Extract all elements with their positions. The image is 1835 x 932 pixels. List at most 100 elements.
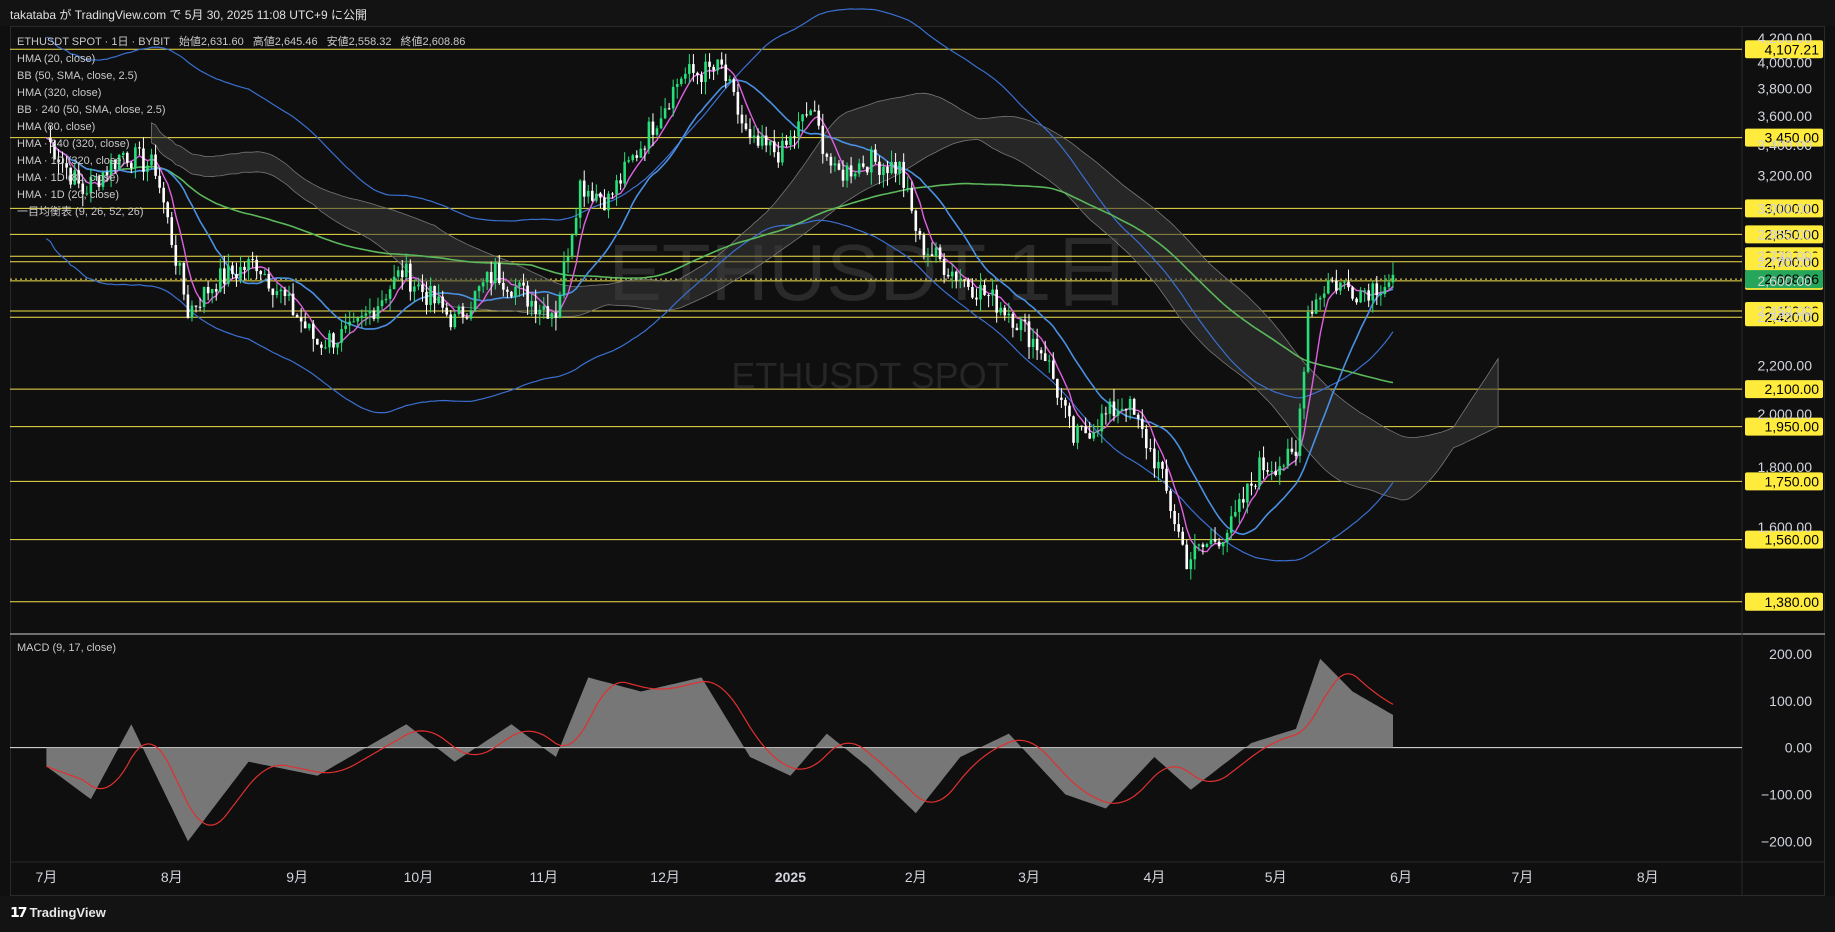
candle-body <box>655 128 659 135</box>
indicator-legend[interactable]: HMA (80, close) <box>17 121 95 133</box>
price-axis-tick: 2,700.00 <box>1758 254 1813 270</box>
candle-body <box>1359 291 1362 303</box>
candle-body <box>918 230 922 236</box>
indicator-legend[interactable]: HMA (320, close) <box>17 87 101 99</box>
macd-legend[interactable]: MACD (9, 17, close) <box>17 642 116 654</box>
time-axis-tick: 5月 <box>1265 869 1287 885</box>
candle-body <box>607 193 610 211</box>
candle-body <box>166 202 170 218</box>
candle-body <box>1140 418 1144 429</box>
candle-body <box>813 110 817 112</box>
candle-body <box>1019 319 1023 331</box>
candle-body <box>1201 544 1205 547</box>
candle-body <box>930 254 934 256</box>
tradingview-logo[interactable]: 𝟭𝟳 TradingView <box>10 904 106 921</box>
candle-body <box>445 307 449 315</box>
open-label: 始値 <box>179 34 201 48</box>
candle-body <box>453 314 457 328</box>
price-axis-tick: 3,200.00 <box>1758 168 1813 184</box>
candle-body <box>125 152 129 163</box>
candle-body <box>441 296 444 308</box>
candle-body <box>1335 280 1338 291</box>
indicator-legend[interactable]: HMA · 1D (20, close) <box>17 189 119 201</box>
candle-body <box>558 294 562 318</box>
candle-body <box>360 315 364 318</box>
candle-body <box>615 180 618 195</box>
candle-body <box>1387 282 1391 288</box>
candle-body <box>914 210 918 231</box>
price-axis-tick: 3,000.00 <box>1758 200 1813 216</box>
candle-body <box>518 282 521 287</box>
candle-body <box>417 284 420 287</box>
candle-body <box>328 333 331 348</box>
price-axis-tick: 2,600.00 <box>1758 273 1813 289</box>
candle-body <box>421 284 424 293</box>
candle-body <box>987 295 990 297</box>
candle-body <box>781 140 784 163</box>
candle-body <box>485 272 489 283</box>
indicator-legend[interactable]: BB · 240 (50, SMA, close, 2.5) <box>17 104 166 116</box>
indicator-legend[interactable]: 一目均衡表 (9, 26, 52, 26) <box>17 204 144 218</box>
candle-body <box>1181 531 1184 545</box>
level-label: 1,750.00 <box>1765 473 1820 489</box>
indicator-legend[interactable]: BB (50, SMA, close, 2.5) <box>17 70 137 82</box>
candle-body <box>130 162 133 168</box>
candle-body <box>865 166 869 173</box>
candle-body <box>477 286 481 292</box>
candle-body <box>1391 274 1395 283</box>
candle-body <box>214 289 218 292</box>
candle-body <box>1229 516 1233 533</box>
time-axis-tick: 2025 <box>775 869 806 885</box>
candle-body <box>1250 483 1253 486</box>
candle-body <box>789 136 792 145</box>
candle-body <box>493 262 497 284</box>
candle-body <box>202 286 206 307</box>
candle-body <box>1278 466 1282 475</box>
chart-canvas[interactable]: ETHUSDT 1日 ETHUSDT SPOT 4,107.213,450.00… <box>0 0 1835 932</box>
candle-body <box>643 148 647 150</box>
candle-body <box>542 306 546 310</box>
candle-body <box>170 217 174 246</box>
candle-body <box>623 161 626 184</box>
candle-body <box>146 165 149 172</box>
candle-body <box>748 129 752 138</box>
candle-body <box>663 108 667 119</box>
candle-body <box>429 286 432 305</box>
candle-body <box>1043 353 1047 361</box>
indicator-legend[interactable]: HMA · 240 (320, close) <box>17 138 130 150</box>
candle-body <box>283 289 287 296</box>
candle-body <box>934 247 938 256</box>
candle-body <box>1056 378 1059 398</box>
candle-body <box>578 180 582 218</box>
candle-body <box>425 292 428 305</box>
candle-body <box>392 276 396 290</box>
candle-body <box>821 125 825 154</box>
indicator-legend[interactable]: HMA (20, close) <box>17 53 95 65</box>
indicator-legend[interactable]: HMA · 1D (80, close) <box>17 172 119 184</box>
candle-body <box>764 135 768 146</box>
candle-body <box>538 309 542 314</box>
indicator-legend[interactable]: HMA · 1D (320, close) <box>17 155 125 167</box>
candle-body <box>595 193 598 201</box>
candle-body <box>1112 401 1116 416</box>
time-axis-tick: 7月 <box>35 869 57 885</box>
candle-body <box>409 263 412 292</box>
candle-body <box>586 190 590 197</box>
candle-body <box>388 289 392 299</box>
symbol-header: ETHUSDT SPOT · 1日 · BYBIT 始値2,631.60 高値2… <box>17 34 465 48</box>
candle-body <box>1294 451 1298 456</box>
candle-body <box>263 273 267 275</box>
time-axis-tick: 6月 <box>1390 869 1412 885</box>
candle-body <box>1225 532 1229 542</box>
candle-body <box>797 121 800 137</box>
symbol-name: ETHUSDT SPOT · 1日 · BYBIT <box>17 36 170 48</box>
candle-body <box>1282 465 1286 467</box>
price-axis-tick: 1,800.00 <box>1758 459 1813 475</box>
candle-body <box>1051 360 1055 379</box>
candle-body <box>1124 408 1128 410</box>
candle-body <box>259 271 263 275</box>
high-value: 2,645.46 <box>275 36 318 48</box>
candle-body <box>906 187 910 189</box>
candle-body <box>603 197 606 211</box>
candle-body <box>1153 448 1156 469</box>
